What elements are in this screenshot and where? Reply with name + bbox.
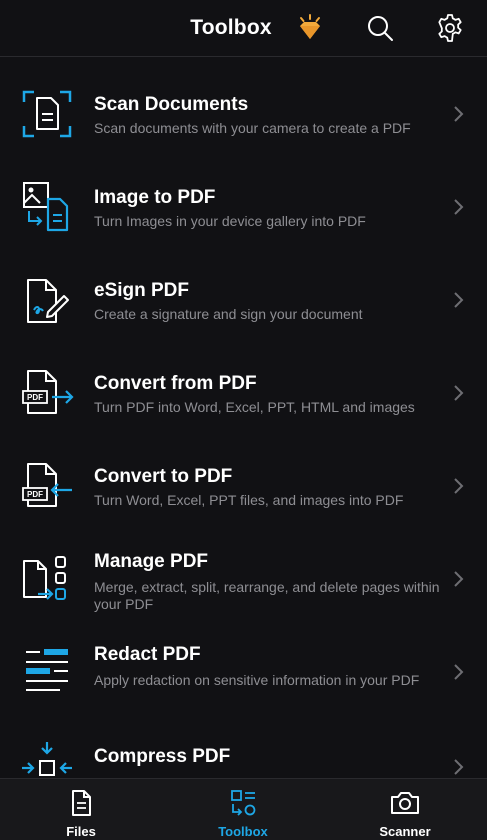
tool-description: Apply redaction on sensitive information… [94, 672, 420, 688]
tool-description: Merge, extract, split, rearrange, and de… [94, 579, 440, 612]
tool-convert-to-pdf[interactable]: PDF Convert to PDF Turn Word, Excel, PPT… [0, 440, 487, 533]
chevron-right-icon [451, 662, 465, 682]
chevron-right-icon [451, 757, 465, 777]
tool-image-to-pdf[interactable]: Image to PDF Turn Images in your device … [0, 161, 487, 254]
tab-label: Toolbox [218, 824, 268, 839]
bottom-tab-bar: Files Toolbox Scanner [0, 778, 487, 840]
camera-icon [389, 789, 421, 817]
toolbox-icon [227, 789, 259, 817]
chevron-right-icon [451, 569, 465, 589]
tool-title: Convert from PDF [94, 373, 257, 394]
tab-label: Files [66, 824, 96, 839]
tool-compress-pdf[interactable]: Compress PDF [0, 719, 487, 778]
compress-icon [20, 739, 74, 778]
scan-document-icon [20, 86, 74, 144]
tool-title: Compress PDF [94, 746, 231, 767]
chevron-right-icon [451, 104, 465, 124]
tool-redact-pdf[interactable]: Redact PDF Apply redaction on sensitive … [0, 626, 487, 719]
tool-description: Turn Images in your device gallery into … [94, 213, 366, 229]
tool-description: Scan documents with your camera to creat… [94, 120, 411, 136]
toolbox-screen: Toolbox Scan Documents Scan documents wi… [0, 0, 487, 840]
convert-from-pdf-icon: PDF [20, 365, 74, 423]
tool-description: Create a signature and sign your documen… [94, 306, 363, 322]
tool-description: Turn Word, Excel, PPT files, and images … [94, 492, 404, 508]
chevron-right-icon [451, 197, 465, 217]
convert-to-pdf-icon: PDF [20, 458, 74, 516]
tool-manage-pdf[interactable]: Manage PDF Merge, extract, split, rearra… [0, 533, 487, 626]
tool-scan-documents[interactable]: Scan Documents Scan documents with your … [0, 68, 487, 161]
esign-icon [20, 272, 74, 330]
gear-icon[interactable] [434, 12, 466, 44]
header: Toolbox [0, 0, 487, 57]
svg-text:PDF: PDF [27, 490, 43, 499]
tool-title: Convert to PDF [94, 466, 233, 487]
tool-convert-from-pdf[interactable]: PDF Convert from PDF Turn PDF into Word,… [0, 347, 487, 440]
tab-scanner[interactable]: Scanner [345, 779, 465, 840]
tab-toolbox[interactable]: Toolbox [183, 779, 303, 840]
chevron-right-icon [451, 290, 465, 310]
chevron-right-icon [451, 476, 465, 496]
tab-files[interactable]: Files [21, 779, 141, 840]
tool-esign-pdf[interactable]: eSign PDF Create a signature and sign yo… [0, 254, 487, 347]
tab-label: Scanner [379, 824, 431, 839]
tool-title: eSign PDF [94, 280, 190, 301]
tool-title: Manage PDF [94, 551, 209, 572]
premium-diamond-icon[interactable] [294, 12, 326, 44]
tool-description: Turn PDF into Word, Excel, PPT, HTML and… [94, 399, 415, 415]
tool-title: Redact PDF [94, 644, 201, 665]
chevron-right-icon [451, 383, 465, 403]
tool-list: Scan Documents Scan documents with your … [0, 58, 487, 778]
svg-text:PDF: PDF [27, 393, 43, 402]
redact-icon [20, 644, 74, 702]
image-to-pdf-icon [20, 179, 74, 237]
files-icon [65, 789, 97, 817]
search-icon[interactable] [364, 12, 396, 44]
tool-title: Scan Documents [94, 94, 249, 115]
tool-title: Image to PDF [94, 187, 216, 208]
manage-pdf-icon [20, 551, 74, 609]
